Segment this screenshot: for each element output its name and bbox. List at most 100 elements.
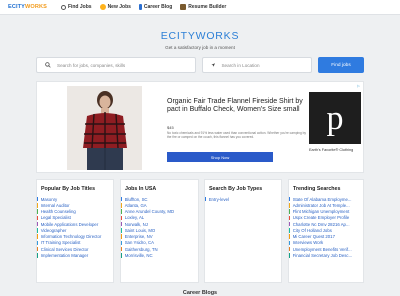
list-item[interactable]: Entry-level	[205, 196, 281, 202]
column-title: Search By Job Types	[209, 186, 263, 192]
ad-brand-name: Earth's Favorite® Clothing	[309, 148, 354, 152]
accent-bar	[121, 253, 123, 258]
accent-bar	[289, 253, 291, 258]
job-search-input[interactable]	[57, 62, 177, 68]
accent-bar	[121, 203, 123, 208]
accent-bar	[37, 246, 39, 252]
list-item[interactable]: Financial Secretary Job Desc...	[289, 252, 363, 258]
job-search-box	[36, 57, 196, 73]
accent-bar	[289, 221, 291, 227]
list-item-label: Saint Louis, MO	[124, 227, 156, 233]
ad-choices-icon[interactable]: ▷	[356, 84, 361, 89]
ad-product-image[interactable]	[67, 86, 142, 170]
list-item[interactable]: Morrisville, NC	[121, 252, 198, 258]
accent-bar	[121, 228, 123, 233]
list-item-label: State Of Alabama Employme...	[292, 196, 352, 202]
ad-headline[interactable]: Organic Fair Trade Flannel Fireside Shir…	[167, 98, 307, 114]
nav-find-jobs-label: Find Jobs	[67, 4, 92, 10]
accent-bar	[289, 209, 291, 214]
link-list: State Of Alabama Employme... Administrato…	[289, 196, 363, 259]
list-item-label: Videographer	[40, 227, 67, 233]
accent-bar	[289, 228, 291, 233]
accent-bar	[121, 234, 123, 239]
search-icon	[60, 4, 66, 10]
list-item-label: Entry-level	[208, 196, 229, 202]
nav-new-jobs[interactable]: New Jobs	[99, 4, 131, 10]
accent-bar	[37, 203, 39, 208]
accent-bar	[289, 196, 291, 202]
accent-bar	[121, 221, 123, 227]
list-item-label: Charlotte Nc Dmv 28216 Ap...	[292, 221, 350, 227]
brand-letter: p	[327, 100, 344, 137]
nav-career-blog[interactable]: Career Blog	[138, 4, 173, 10]
list-item-label: Mi Career Quest 2017	[292, 234, 335, 240]
list-item-label: Flint Michigan Unemployment	[292, 209, 350, 215]
list-item-label: Unemployment Benefits Verif...	[292, 246, 352, 252]
search-icon	[45, 62, 51, 68]
accent-bar	[37, 221, 39, 227]
top-navbar: ECITYWORKS Find Jobs New Jobs Career Blo…	[0, 0, 400, 15]
location-search-input[interactable]	[221, 62, 311, 68]
nav-resume-builder[interactable]: Resume Builder	[180, 4, 226, 10]
accent-bar	[121, 196, 123, 202]
list-item-label: IT Training Specialist	[40, 240, 81, 246]
hero-subtitle: Get a satisfactory job in a moment	[165, 45, 235, 50]
location-arrow-icon	[211, 63, 216, 67]
list-item-label: Morrisville, NC	[124, 252, 153, 258]
list-item-label: Mobile Applications Developer	[40, 221, 99, 227]
accent-bar	[37, 215, 39, 221]
list-item-label: Implementation Manager	[40, 252, 89, 258]
accent-bar	[289, 203, 291, 208]
list-item-label: Bluffton, SC	[124, 196, 148, 202]
list-item-label: Masonry	[40, 196, 58, 202]
career-blogs-heading: Career Blogs	[182, 290, 218, 296]
list-item-label: Information Technology Director	[40, 234, 102, 240]
accent-bar	[37, 228, 39, 233]
advertisement[interactable]: Organic Fair Trade Flannel Fireside Shir…	[36, 81, 364, 173]
accent-bar	[121, 240, 123, 246]
list-item-label: Atlanta, GA	[124, 202, 147, 208]
link-list: Bluffton, SC Atlanta, GA Anne Arundel Coun…	[121, 196, 198, 259]
accent-bar	[37, 196, 39, 202]
accent-bar	[121, 215, 123, 221]
list-item-label: Clinical Services Director	[40, 246, 89, 252]
nav-find-jobs[interactable]: Find Jobs	[60, 4, 92, 10]
column-title: Jobs In USA	[125, 186, 157, 192]
nav-resume-builder-label: Resume Builder	[188, 4, 227, 10]
list-item-label: Health Counseling	[40, 209, 76, 215]
nav-career-blog-label: Career Blog	[143, 4, 173, 10]
accent-bar	[37, 253, 39, 258]
link-list: Masonry Internal Auditor Health Counseling…	[37, 196, 113, 259]
column-title: Trending Searches	[293, 186, 341, 192]
ad-price: $45	[167, 125, 174, 130]
shop-now-button[interactable]: Shop Now	[167, 152, 273, 162]
list-item-label: Interviews Work	[292, 240, 324, 246]
list-item[interactable]: Implementation Manager	[37, 252, 113, 258]
link-list: Entry-level	[205, 196, 281, 202]
site-logo[interactable]: ECITYWORKS	[8, 4, 47, 10]
list-item-label: Loxley, AL	[124, 215, 145, 221]
find-jobs-button[interactable]: Find jobs	[318, 57, 364, 73]
blog-icon	[138, 4, 142, 10]
column-job-types: Search By Job Types Entry-level	[204, 179, 282, 283]
accent-bar	[289, 215, 291, 221]
accent-bar	[37, 234, 39, 239]
column-popular-job-titles: Popular By Job Titles Masonry Internal Au…	[36, 179, 114, 283]
accent-bar	[121, 209, 123, 214]
column-trending-searches: Trending Searches State Of Alabama Emplo…	[288, 179, 364, 283]
list-item-label: Uspx Create Employer Profile	[292, 215, 350, 221]
accent-bar	[289, 246, 291, 252]
list-item-label: City Of Holland Jobs	[292, 227, 332, 233]
list-item-label: Legal Specialist	[40, 215, 71, 221]
accent-bar	[289, 240, 291, 246]
accent-bar	[37, 240, 39, 246]
column-title: Popular By Job Titles	[41, 186, 96, 192]
list-item-label: Financial Secretary Job Desc...	[292, 252, 353, 258]
list-item-label: Internal Auditor	[40, 202, 70, 208]
accent-bar	[37, 209, 39, 214]
accent-bar	[121, 246, 123, 252]
list-item-label: Gaithersburg, TN	[124, 246, 158, 252]
ad-brand-logo[interactable]: p	[309, 92, 361, 144]
resume-icon	[180, 4, 187, 10]
list-item-label: Administrator Job At Temple...	[292, 202, 350, 208]
